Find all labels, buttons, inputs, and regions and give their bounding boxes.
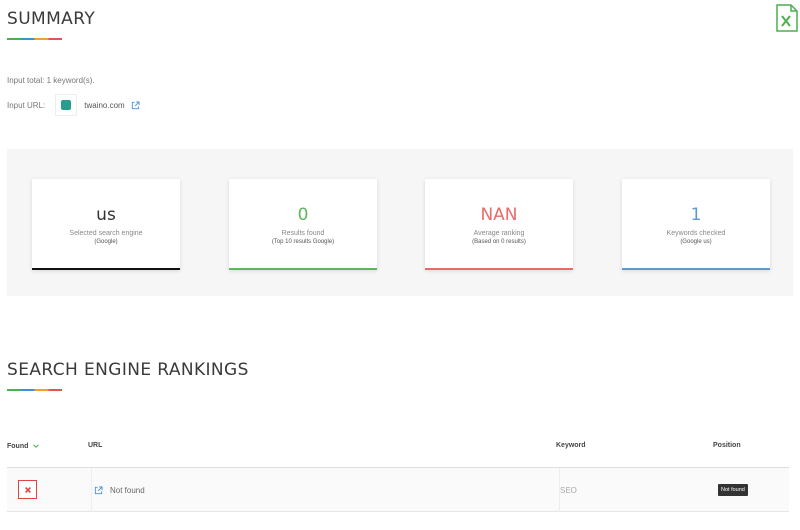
- column-header-url: URL: [88, 442, 103, 449]
- stat-accent-bar: [425, 268, 573, 270]
- stats-panel: us Selected search engine (Google) 0 Res…: [7, 149, 793, 296]
- summary-title: SUMMARY: [7, 9, 96, 29]
- row-keyword-cell: SEO: [559, 468, 577, 512]
- column-header-position: Position: [713, 442, 741, 449]
- row-url-cell: Not found: [91, 468, 145, 512]
- stat-accent-bar: [622, 268, 770, 270]
- stat-label: Results found: [281, 230, 325, 237]
- table-row: Not found SEO Not found: [7, 468, 789, 512]
- stat-label: Average ranking: [473, 230, 525, 237]
- stat-card-search-engine: us Selected search engine (Google): [32, 179, 180, 270]
- site-favicon: [55, 94, 78, 116]
- stat-sublabel: (Google us): [680, 239, 712, 245]
- not-found-toggle[interactable]: [18, 480, 37, 499]
- stat-card-average-ranking: NAN Average ranking (Based on 0 results): [425, 179, 573, 270]
- external-link-icon[interactable]: [131, 100, 140, 110]
- input-url-row: Input URL: twaino.com: [7, 94, 140, 116]
- stat-label: Keywords checked: [666, 230, 726, 237]
- row-url-text: Not found: [110, 485, 145, 495]
- stat-sublabel: (Google): [94, 239, 118, 245]
- external-link-icon[interactable]: [94, 485, 103, 495]
- stat-sublabel: (Top 10 results Google): [271, 239, 335, 245]
- stat-accent-bar: [32, 268, 180, 270]
- stat-value: NAN: [480, 205, 518, 225]
- rankings-title: SEARCH ENGINE RANKINGS: [7, 360, 249, 380]
- position-badge: Not found: [718, 484, 748, 496]
- excel-export-icon[interactable]: [775, 4, 799, 32]
- stat-card-keywords-checked: 1 Keywords checked (Google us): [622, 179, 770, 270]
- stat-label: Selected search engine: [69, 230, 143, 237]
- input-total-text: Input total: 1 keyword(s).: [7, 76, 95, 85]
- stat-sublabel: (Based on 0 results): [472, 239, 526, 245]
- stat-value: 0: [297, 205, 309, 225]
- input-url-label: Input URL:: [7, 100, 46, 110]
- chevron-down-icon[interactable]: [32, 442, 40, 450]
- stat-value: us: [96, 205, 116, 225]
- summary-title-underline: [7, 38, 62, 40]
- column-header-found[interactable]: Found: [7, 442, 40, 450]
- column-header-keyword: Keyword: [556, 442, 586, 449]
- input-url-domain: twaino.com: [84, 100, 125, 110]
- stat-card-results-found: 0 Results found (Top 10 results Google): [229, 179, 377, 270]
- stat-accent-bar: [229, 268, 377, 270]
- stat-value: 1: [690, 205, 702, 225]
- column-header-found-label: Found: [7, 442, 29, 450]
- close-icon: [24, 486, 31, 493]
- rankings-title-underline: [7, 389, 62, 391]
- row-keyword-text: SEO: [560, 485, 577, 495]
